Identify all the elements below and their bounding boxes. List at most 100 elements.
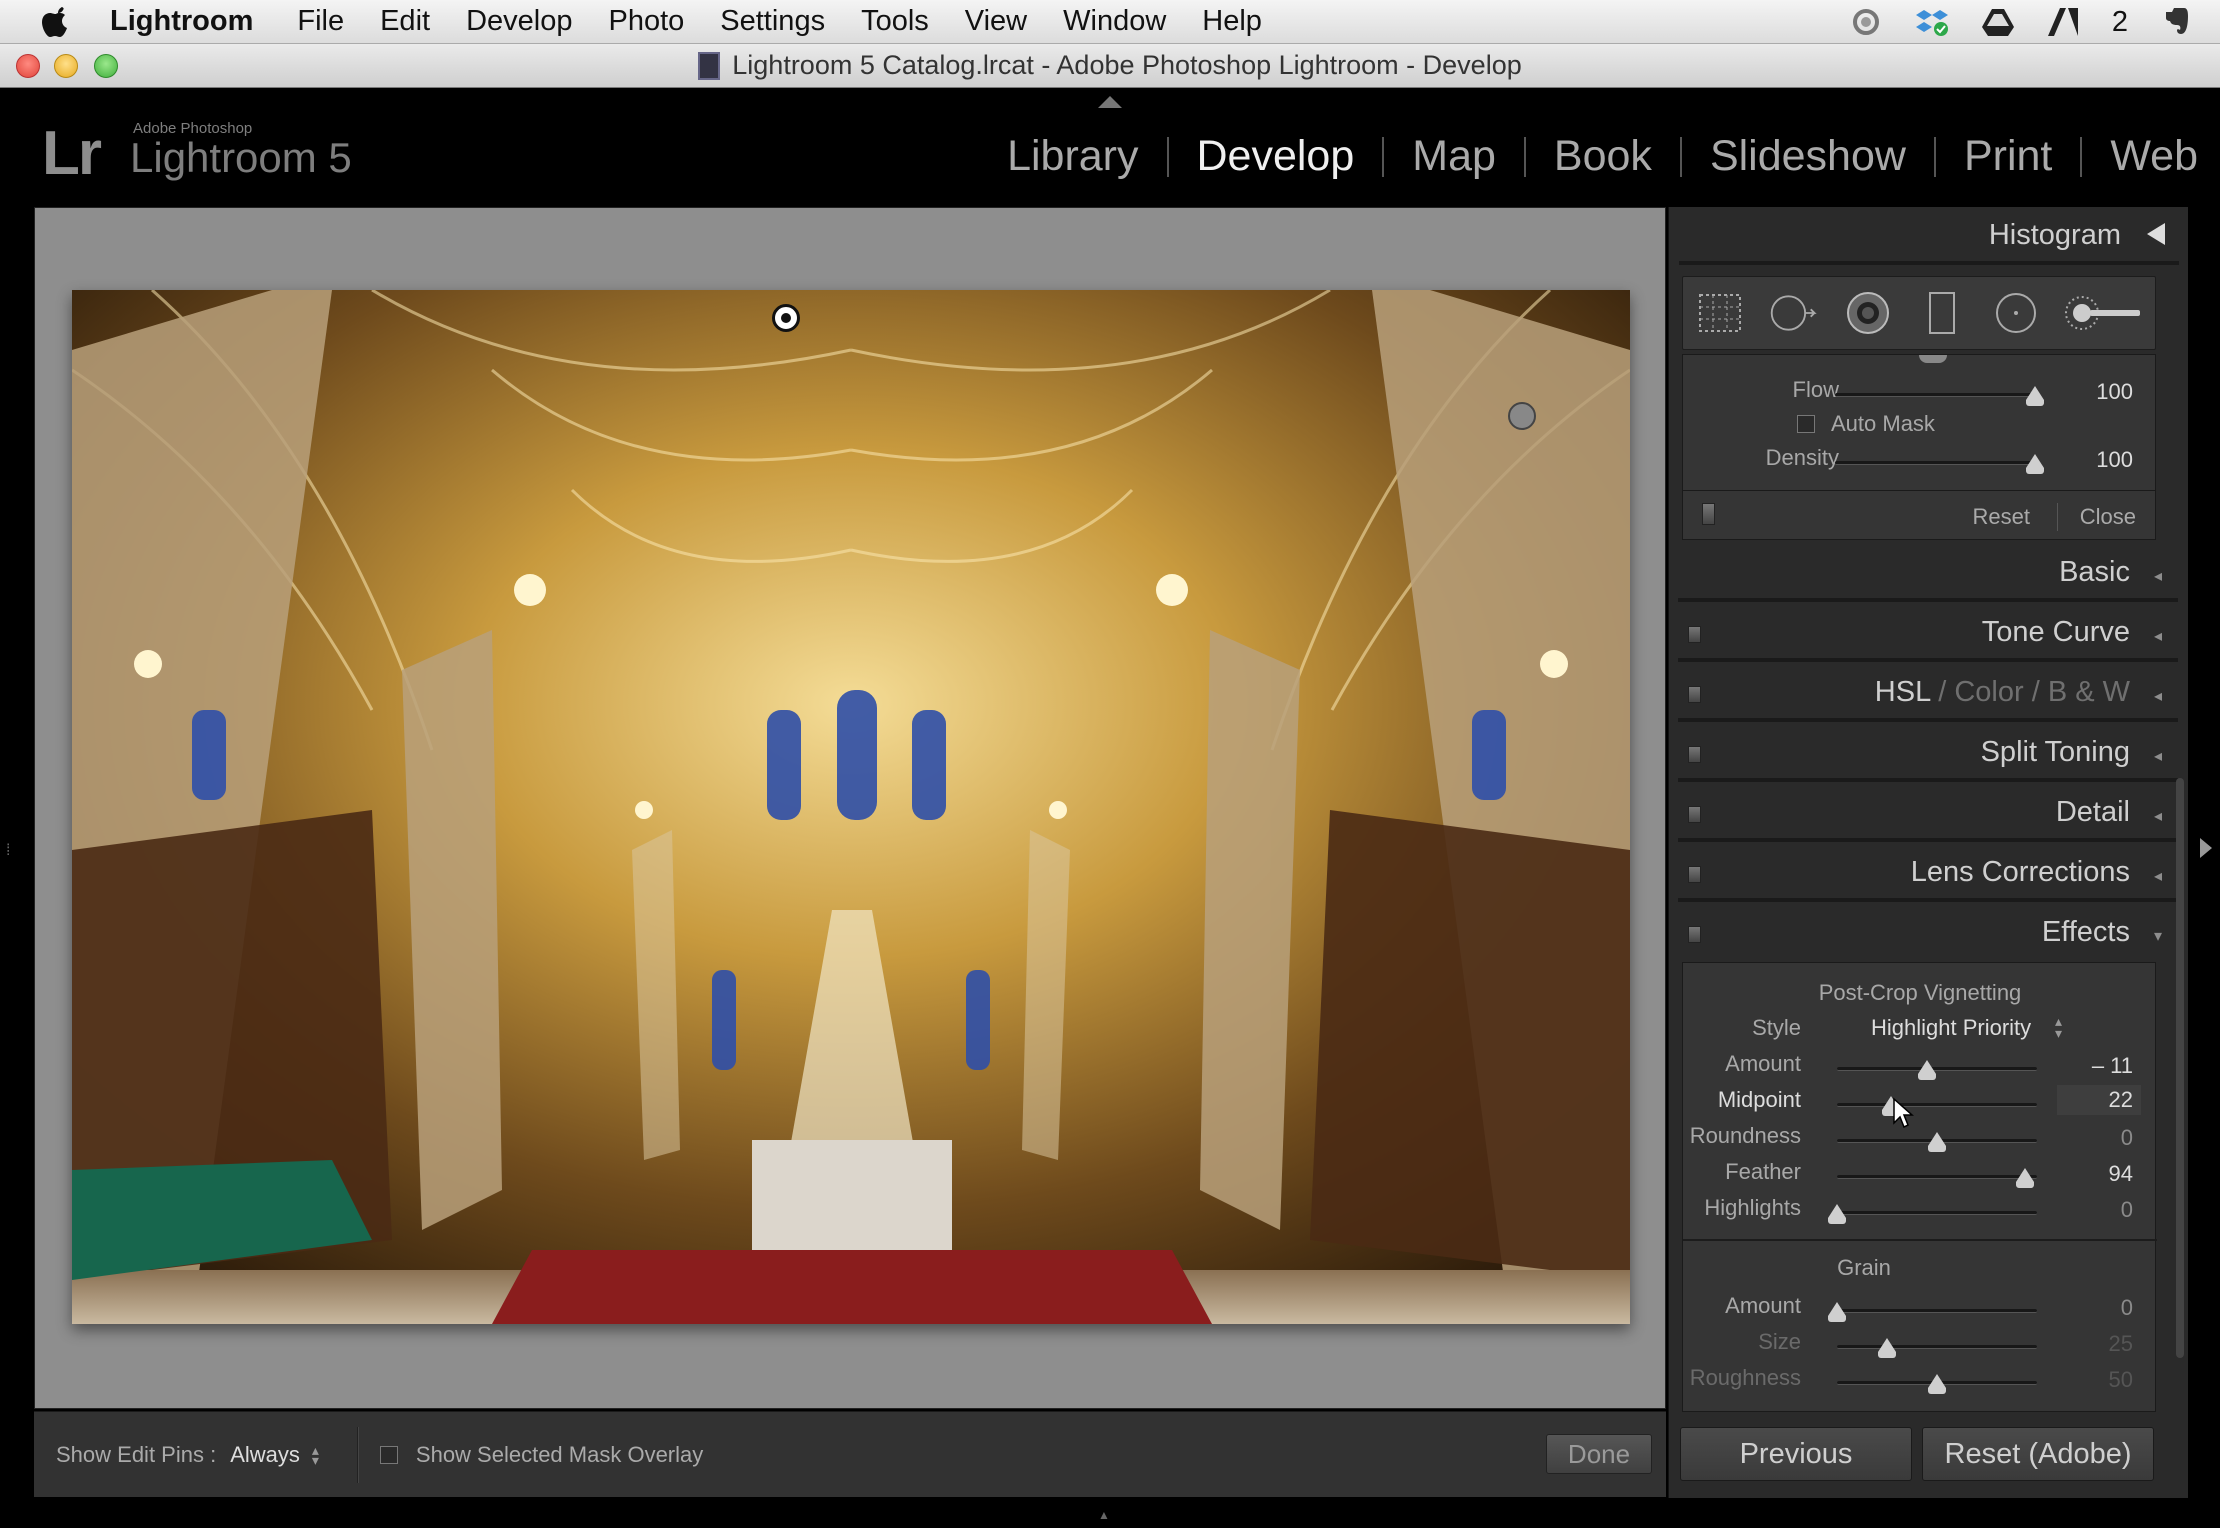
module-develop[interactable]: Develop	[1169, 132, 1383, 181]
grain-roughness-value[interactable]: 50	[2109, 1367, 2133, 1393]
highlights-slider[interactable]	[1837, 1211, 2037, 1215]
done-button[interactable]: Done	[1546, 1434, 1652, 1474]
menu-file[interactable]: File	[297, 5, 344, 38]
tone-curve-panel-header[interactable]: Tone Curve ◂	[1678, 604, 2178, 662]
menu-view[interactable]: View	[965, 5, 1027, 38]
left-panel-toggle-icon[interactable]: ⁞	[6, 842, 10, 860]
red-eye-tool-icon[interactable]	[1842, 287, 1894, 339]
split-toning-panel-header[interactable]: Split Toning ◂	[1678, 724, 2178, 782]
feather-thumb[interactable]	[2016, 1168, 2034, 1188]
feather-slider[interactable]	[1837, 1175, 2037, 1179]
menu-help[interactable]: Help	[1202, 5, 1262, 38]
flow-slider-thumb[interactable]	[2026, 386, 2044, 406]
highlights-value[interactable]: 0	[2121, 1197, 2133, 1223]
edit-pin-active[interactable]	[772, 304, 800, 332]
menu-settings[interactable]: Settings	[720, 5, 825, 38]
grain-amount-slider[interactable]	[1837, 1309, 2037, 1313]
menu-photo[interactable]: Photo	[608, 5, 684, 38]
density-slider[interactable]	[1835, 461, 2035, 465]
hsl-panel-header[interactable]: HSL / Color / B & W ◂	[1678, 664, 2178, 722]
panel-on-off-switch[interactable]	[1688, 926, 1701, 943]
color-tab[interactable]: Color	[1954, 676, 2023, 708]
previous-button[interactable]: Previous	[1680, 1427, 1912, 1481]
roundness-thumb[interactable]	[1928, 1132, 1946, 1152]
expand-triangle-icon[interactable]: ◂	[2154, 626, 2162, 646]
brush-close-button[interactable]: Close	[2080, 504, 2136, 530]
menu-edit[interactable]: Edit	[380, 5, 430, 38]
density-value[interactable]: 100	[2096, 447, 2133, 473]
roundness-value[interactable]: 0	[2121, 1125, 2133, 1151]
select-arrows-icon[interactable]: ▴ ▾	[2055, 1014, 2062, 1040]
expand-triangle-icon[interactable]: ◂	[2154, 866, 2162, 886]
dropbox-icon[interactable]	[1914, 6, 1950, 38]
module-print[interactable]: Print	[1936, 132, 2080, 181]
menu-tools[interactable]: Tools	[861, 5, 929, 38]
basic-panel-header[interactable]: Basic ◂	[1678, 544, 2178, 602]
collapse-top-panel-icon[interactable]	[1098, 96, 1122, 108]
module-book[interactable]: Book	[1526, 132, 1680, 181]
expand-triangle-icon[interactable]: ◂	[2154, 746, 2162, 766]
graduated-filter-tool-icon[interactable]	[1916, 287, 1968, 339]
highlights-thumb[interactable]	[1828, 1204, 1846, 1224]
flow-value[interactable]: 100	[2096, 379, 2133, 405]
sync-icon[interactable]	[1848, 6, 1884, 38]
lens-corrections-panel-header[interactable]: Lens Corrections ◂	[1678, 844, 2178, 902]
density-slider-thumb[interactable]	[2026, 454, 2044, 474]
collapse-triangle-icon[interactable]: ▾	[2154, 926, 2162, 946]
show-edit-pins-select[interactable]: Always	[230, 1442, 300, 1468]
brush-on-off-switch[interactable]	[1702, 503, 1715, 525]
panel-on-off-switch[interactable]	[1688, 626, 1701, 643]
feather-value[interactable]: 94	[2109, 1161, 2133, 1187]
grain-amount-value[interactable]: 0	[2121, 1295, 2133, 1321]
panel-on-off-switch[interactable]	[1688, 866, 1701, 883]
expand-triangle-icon[interactable]: ◂	[2154, 566, 2162, 586]
auto-mask-checkbox[interactable]	[1797, 415, 1815, 433]
apple-icon[interactable]	[36, 2, 76, 42]
adjustment-brush-tool-icon[interactable]	[2064, 287, 2144, 339]
panel-on-off-switch[interactable]	[1688, 746, 1701, 763]
edit-pin[interactable]	[1508, 402, 1536, 430]
grain-size-thumb[interactable]	[1878, 1338, 1896, 1358]
midpoint-slider[interactable]	[1837, 1103, 2037, 1107]
grain-roughness-thumb[interactable]	[1928, 1374, 1946, 1394]
panel-on-off-switch[interactable]	[1688, 806, 1701, 823]
hsl-tab[interactable]: HSL	[1875, 676, 1930, 708]
menu-window[interactable]: Window	[1063, 5, 1166, 38]
panel-scrollbar[interactable]	[2176, 778, 2184, 1358]
radial-filter-tool-icon[interactable]	[1990, 287, 2042, 339]
menu-app[interactable]: Lightroom	[110, 5, 253, 38]
grain-amount-thumb[interactable]	[1828, 1302, 1846, 1322]
module-slideshow[interactable]: Slideshow	[1682, 132, 1934, 181]
cathedral-photo[interactable]	[72, 290, 1630, 1324]
midpoint-value[interactable]: 22	[2057, 1085, 2141, 1115]
evernote-icon[interactable]	[2158, 6, 2194, 38]
grain-size-slider[interactable]	[1837, 1345, 2037, 1349]
select-arrows-icon[interactable]: ▴ ▾	[312, 1443, 319, 1467]
drive-icon[interactable]	[1980, 6, 2016, 38]
histogram-collapse-icon[interactable]	[2147, 223, 2165, 245]
flow-slider[interactable]	[1835, 393, 2035, 397]
crop-overlay-tool-icon[interactable]	[1694, 287, 1746, 339]
histogram-header[interactable]: Histogram	[1679, 207, 2179, 265]
right-panel-toggle-icon[interactable]	[2200, 838, 2212, 858]
panel-on-off-switch[interactable]	[1688, 686, 1701, 703]
menu-develop[interactable]: Develop	[466, 5, 572, 38]
module-library[interactable]: Library	[979, 132, 1166, 181]
brush-reset-button[interactable]: Reset	[1973, 504, 2030, 530]
grain-size-value[interactable]: 25	[2109, 1331, 2133, 1357]
effects-panel-header[interactable]: Effects ▾	[1678, 904, 2178, 962]
detail-panel-header[interactable]: Detail ◂	[1678, 784, 2178, 842]
close-window-button[interactable]	[16, 54, 40, 78]
adobe-icon[interactable]	[2046, 6, 2082, 38]
zoom-window-button[interactable]	[94, 54, 118, 78]
expand-triangle-icon[interactable]: ◂	[2154, 686, 2162, 706]
module-web[interactable]: Web	[2082, 132, 2198, 181]
bw-tab[interactable]: B & W	[2048, 676, 2130, 708]
mask-overlay-checkbox[interactable]	[379, 1445, 398, 1464]
module-map[interactable]: Map	[1384, 132, 1524, 181]
style-select[interactable]: Highlight Priority	[1871, 1015, 2031, 1041]
spot-removal-tool-icon[interactable]	[1768, 287, 1820, 339]
expand-triangle-icon[interactable]: ◂	[2154, 806, 2162, 826]
minimize-window-button[interactable]	[54, 54, 78, 78]
vignette-amount-value[interactable]: – 11	[2092, 1053, 2133, 1079]
